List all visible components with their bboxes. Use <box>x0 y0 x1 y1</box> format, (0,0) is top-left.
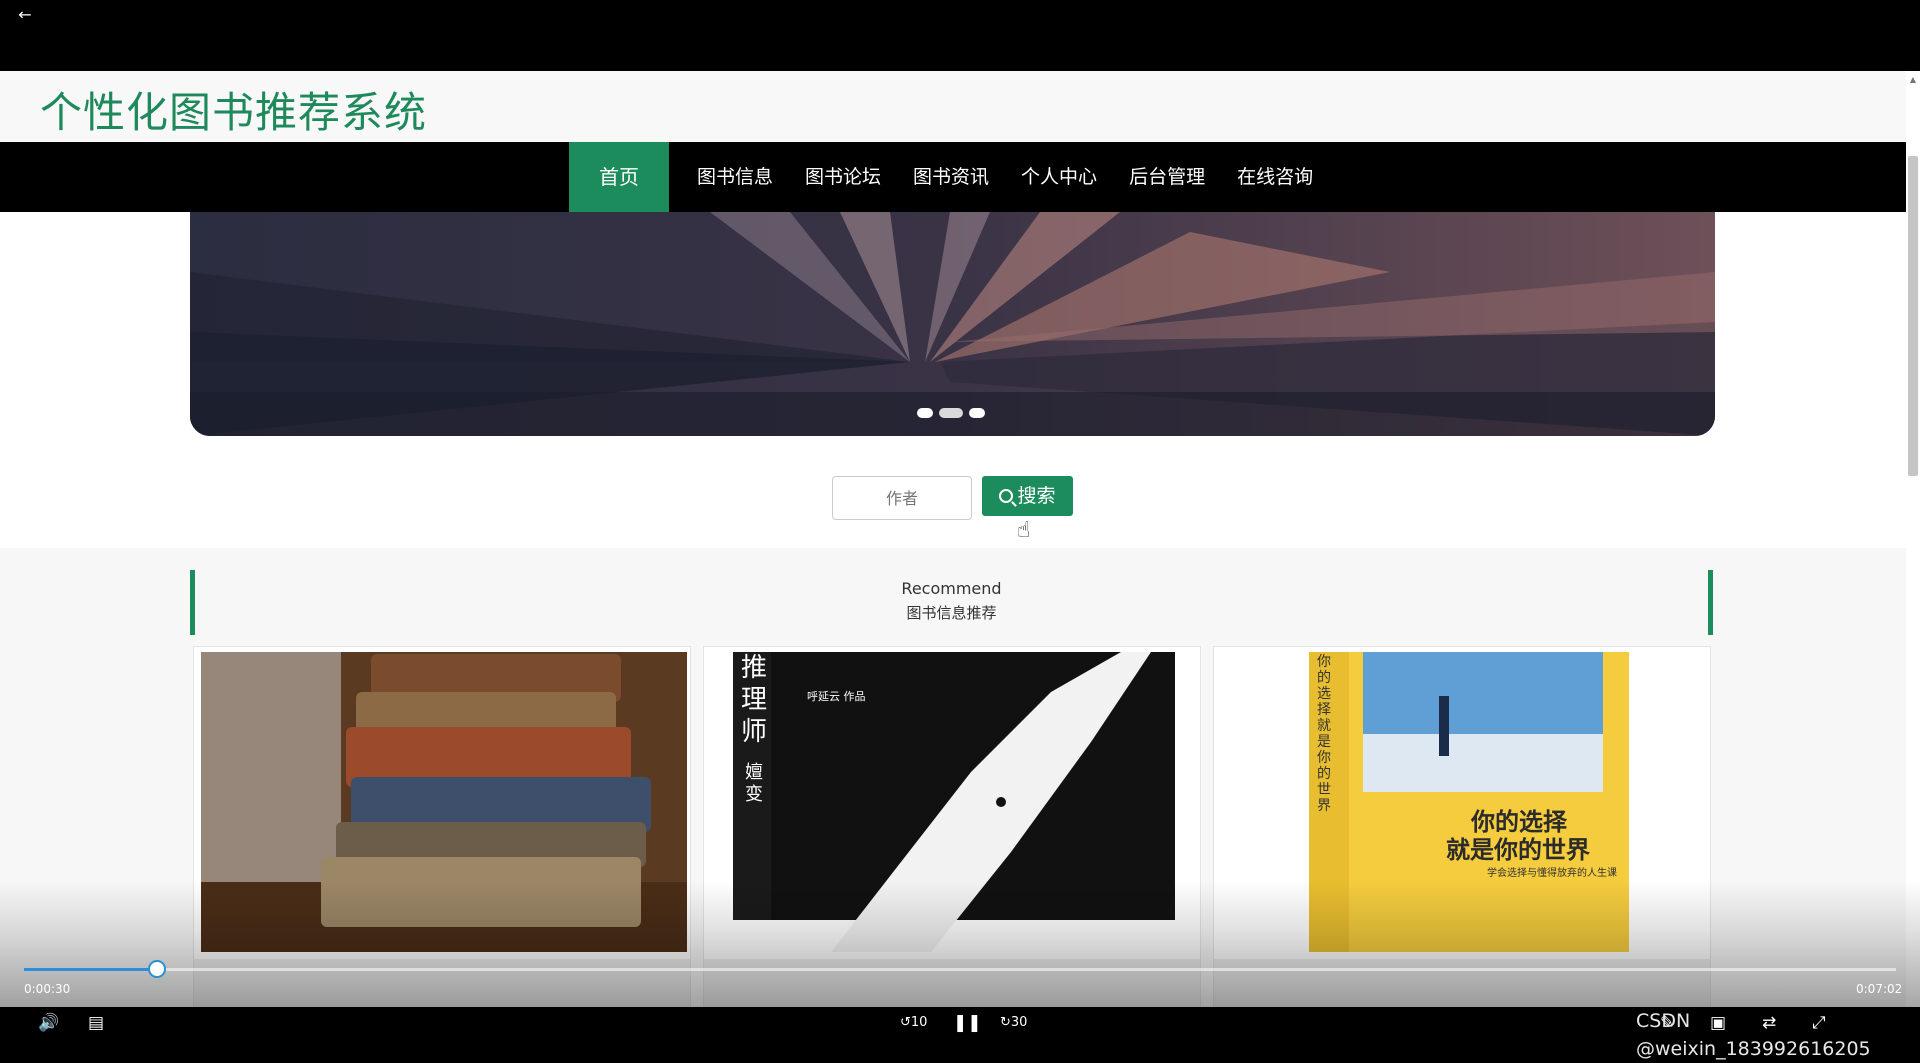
back-arrow-icon[interactable]: ← <box>14 4 36 26</box>
nav-item-personal-center[interactable]: 个人中心 <box>1005 142 1113 212</box>
search-button[interactable]: 搜索 <box>982 476 1073 516</box>
carousel-banner[interactable] <box>190 212 1715 436</box>
watermark: CSDN @weixin_183992616205 <box>1636 1010 1871 1060</box>
top-bar: ← <box>0 0 1920 71</box>
nav-item-book-forum[interactable]: 图书论坛 <box>789 142 897 212</box>
search-icon <box>999 489 1014 503</box>
book-cover-title: 推理师 <box>741 653 768 747</box>
skip-forward-icon[interactable]: ↻30 <box>1000 1013 1027 1033</box>
main-nav: 首页 图书信息 图书论坛 图书资讯 个人中心 后台管理 在线咨询 <box>0 142 1906 212</box>
skip-back-icon[interactable]: ↺10 <box>900 1013 927 1033</box>
current-time: 0:00:30 <box>24 982 71 996</box>
carousel-dot[interactable] <box>939 408 963 418</box>
player-overlay <box>0 880 1920 1007</box>
book-cover-author: 呼延云 作品 <box>807 690 866 703</box>
book-cover-title-line2: 就是你的世界 <box>1446 835 1590 864</box>
carousel-indicators <box>917 408 985 418</box>
book-cover-spine-title: 你的选择就是你的世界 <box>1317 654 1331 814</box>
video-progress-knob[interactable] <box>147 960 166 978</box>
video-progress-bar[interactable] <box>24 960 1896 978</box>
web-page: 个性化图书推荐系统 首页 图书信息 图书论坛 图书资讯 个人中心 后台管理 在线… <box>0 71 1920 1007</box>
total-time: 0:07:02 <box>1856 982 1903 996</box>
pause-icon[interactable]: ❚❚ <box>953 1013 982 1033</box>
player-controls: 🔊 ▤ ↺10 ❚❚ ↻30 ✎ ▣ ⇄ ⤢ <box>0 1007 1920 1040</box>
scroll-up-icon[interactable]: ▲ <box>1906 73 1920 87</box>
carousel-dot[interactable] <box>917 408 933 418</box>
nav-item-home[interactable]: 首页 <box>569 142 669 212</box>
volume-icon[interactable]: 🔊 <box>38 1013 59 1033</box>
open-book-image <box>190 212 1715 436</box>
site-header: 个性化图书推荐系统 <box>0 71 1906 142</box>
site-title: 个性化图书推荐系统 <box>40 88 428 137</box>
video-progress-fill <box>24 968 157 971</box>
subtitles-icon[interactable]: ▤ <box>88 1013 104 1033</box>
author-search-input[interactable] <box>832 476 972 520</box>
nav-item-book-info[interactable]: 图书信息 <box>681 142 789 212</box>
nav-item-online-consult[interactable]: 在线咨询 <box>1221 142 1329 212</box>
skip-back-label: 10 <box>910 1015 928 1030</box>
banner-section: 搜索 ☝ <box>0 212 1906 548</box>
book-cover-subtitle: 嬗变 <box>745 762 763 805</box>
book-cover-tagline: 学会选择与懂得放弃的人生课 <box>1487 868 1617 879</box>
nav-item-book-news[interactable]: 图书资讯 <box>897 142 1005 212</box>
scrollbar-thumb[interactable] <box>1908 156 1918 476</box>
recommend-title-cn: 图书信息推荐 <box>906 604 997 622</box>
nav-item-admin[interactable]: 后台管理 <box>1113 142 1221 212</box>
carousel-dot[interactable] <box>969 408 985 418</box>
hand-cursor-icon: ☝ <box>1017 518 1031 543</box>
recommend-title-en: Recommend <box>901 579 1002 598</box>
recommend-header: Recommend 图书信息推荐 <box>190 570 1713 635</box>
skip-forward-label: 30 <box>1010 1015 1028 1030</box>
search-button-label: 搜索 <box>1017 485 1056 507</box>
